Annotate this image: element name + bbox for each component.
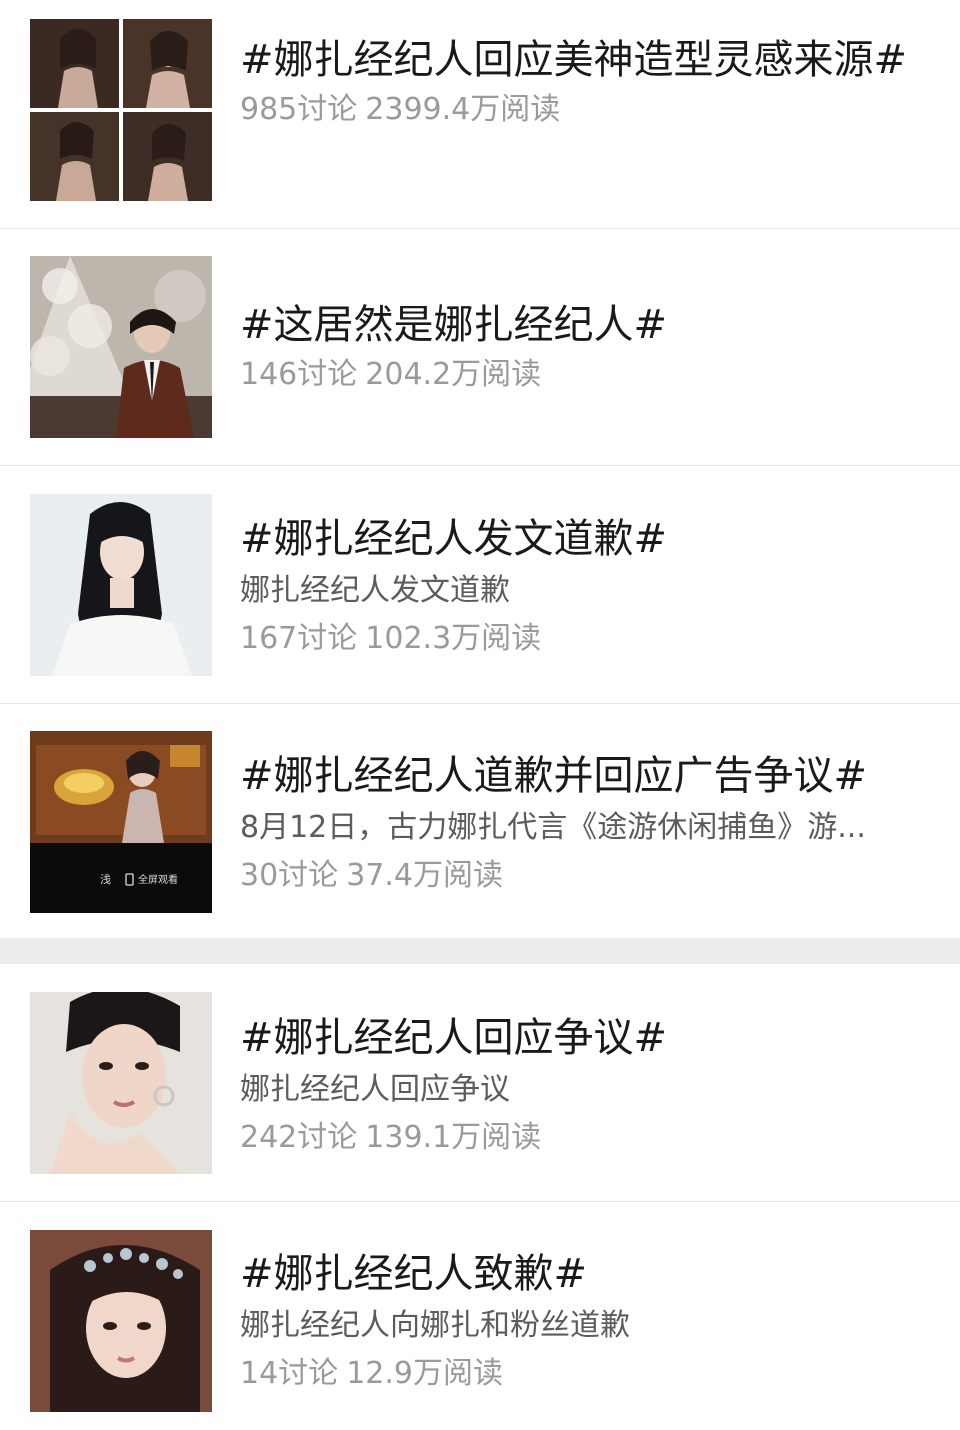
thumbnail-image xyxy=(30,494,212,676)
read-count: 37.4万阅读 xyxy=(346,858,503,893)
topic-title: #娜扎经纪人回应美神造型灵感来源# xyxy=(240,37,908,83)
topic-thumbnail: 浅 全屏观看 xyxy=(30,731,212,913)
topic-thumbnail xyxy=(30,992,212,1174)
topic-description: 8月12日，古力娜扎代言《途游休闲捕鱼》游... xyxy=(240,810,866,845)
discussion-count: 985讨论 xyxy=(240,92,358,127)
discussion-count: 30讨论 xyxy=(240,858,339,893)
read-count: 139.1万阅读 xyxy=(365,1120,542,1155)
topic-title: #娜扎经纪人回应争议# xyxy=(240,1015,668,1061)
topic-item[interactable]: #娜扎经纪人发文道歉# 娜扎经纪人发文道歉 167讨论 102.3万阅读 xyxy=(0,466,960,703)
read-count: 102.3万阅读 xyxy=(365,621,542,656)
topic-stats: 30讨论 37.4万阅读 xyxy=(240,854,920,898)
topic-item[interactable]: #娜扎经纪人致歉# 娜扎经纪人向娜扎和粉丝道歉 14讨论 12.9万阅读 xyxy=(0,1202,960,1430)
thumbnail-image xyxy=(30,256,212,438)
topic-stats: 14讨论 12.9万阅读 xyxy=(240,1352,920,1396)
thumb-label: 全屏观看 xyxy=(138,873,178,886)
topic-description: 娜扎经纪人回应争议 xyxy=(240,1072,510,1107)
topic-stats: 146讨论 204.2万阅读 xyxy=(240,353,920,397)
topic-text: #娜扎经纪人道歉并回应广告争议# 8月12日，古力娜扎代言《途游休闲捕鱼》游..… xyxy=(240,750,920,898)
thumbnail-image xyxy=(30,1230,212,1412)
section-gap xyxy=(0,938,960,964)
read-count: 204.2万阅读 xyxy=(365,357,542,392)
topic-text: #这居然是娜扎经纪人# 146讨论 204.2万阅读 xyxy=(240,299,920,397)
topic-description: 娜扎经纪人发文道歉 xyxy=(240,573,510,608)
discussion-count: 167讨论 xyxy=(240,621,358,656)
topic-stats: 985讨论 2399.4万阅读 xyxy=(240,88,920,132)
read-count: 2399.4万阅读 xyxy=(365,92,561,127)
topic-stats: 242讨论 139.1万阅读 xyxy=(240,1116,920,1160)
topic-title: #这居然是娜扎经纪人# xyxy=(240,302,668,348)
topic-thumbnail xyxy=(30,494,212,676)
topic-item[interactable]: #这居然是娜扎经纪人# 146讨论 204.2万阅读 xyxy=(0,229,960,465)
topic-title: #娜扎经纪人致歉# xyxy=(240,1251,588,1297)
discussion-count: 242讨论 xyxy=(240,1120,358,1155)
topic-text: #娜扎经纪人致歉# 娜扎经纪人向娜扎和粉丝道歉 14讨论 12.9万阅读 xyxy=(240,1248,920,1396)
thumb-label: 浅 xyxy=(100,873,111,886)
topic-title: #娜扎经纪人道歉并回应广告争议# xyxy=(240,753,868,799)
topic-thumbnail xyxy=(30,1230,212,1412)
topic-item[interactable]: 浅 全屏观看 #娜扎经纪人道歉并回应广告争议# 8月12日，古力娜扎代言《途游休… xyxy=(0,704,960,938)
topic-item[interactable]: #娜扎经纪人回应美神造型灵感来源# 985讨论 2399.4万阅读 xyxy=(0,0,960,228)
topic-thumbnail xyxy=(30,256,212,438)
discussion-count: 146讨论 xyxy=(240,357,358,392)
topic-thumbnail xyxy=(30,19,212,201)
topic-stats: 167讨论 102.3万阅读 xyxy=(240,617,920,661)
discussion-count: 14讨论 xyxy=(240,1356,339,1391)
topic-list: #娜扎经纪人回应美神造型灵感来源# 985讨论 2399.4万阅读 #这居然是娜… xyxy=(0,0,960,1430)
thumbnail-image xyxy=(30,19,212,201)
topic-text: #娜扎经纪人发文道歉# 娜扎经纪人发文道歉 167讨论 102.3万阅读 xyxy=(240,513,920,661)
thumbnail-image: 浅 全屏观看 xyxy=(30,731,212,913)
thumbnail-image xyxy=(30,992,212,1174)
topic-description: 娜扎经纪人向娜扎和粉丝道歉 xyxy=(240,1308,630,1343)
topic-text: #娜扎经纪人回应争议# 娜扎经纪人回应争议 242讨论 139.1万阅读 xyxy=(240,1012,920,1160)
read-count: 12.9万阅读 xyxy=(346,1356,503,1391)
topic-title: #娜扎经纪人发文道歉# xyxy=(240,516,668,562)
topic-text: #娜扎经纪人回应美神造型灵感来源# 985讨论 2399.4万阅读 xyxy=(240,34,920,132)
topic-item[interactable]: #娜扎经纪人回应争议# 娜扎经纪人回应争议 242讨论 139.1万阅读 xyxy=(0,964,960,1201)
